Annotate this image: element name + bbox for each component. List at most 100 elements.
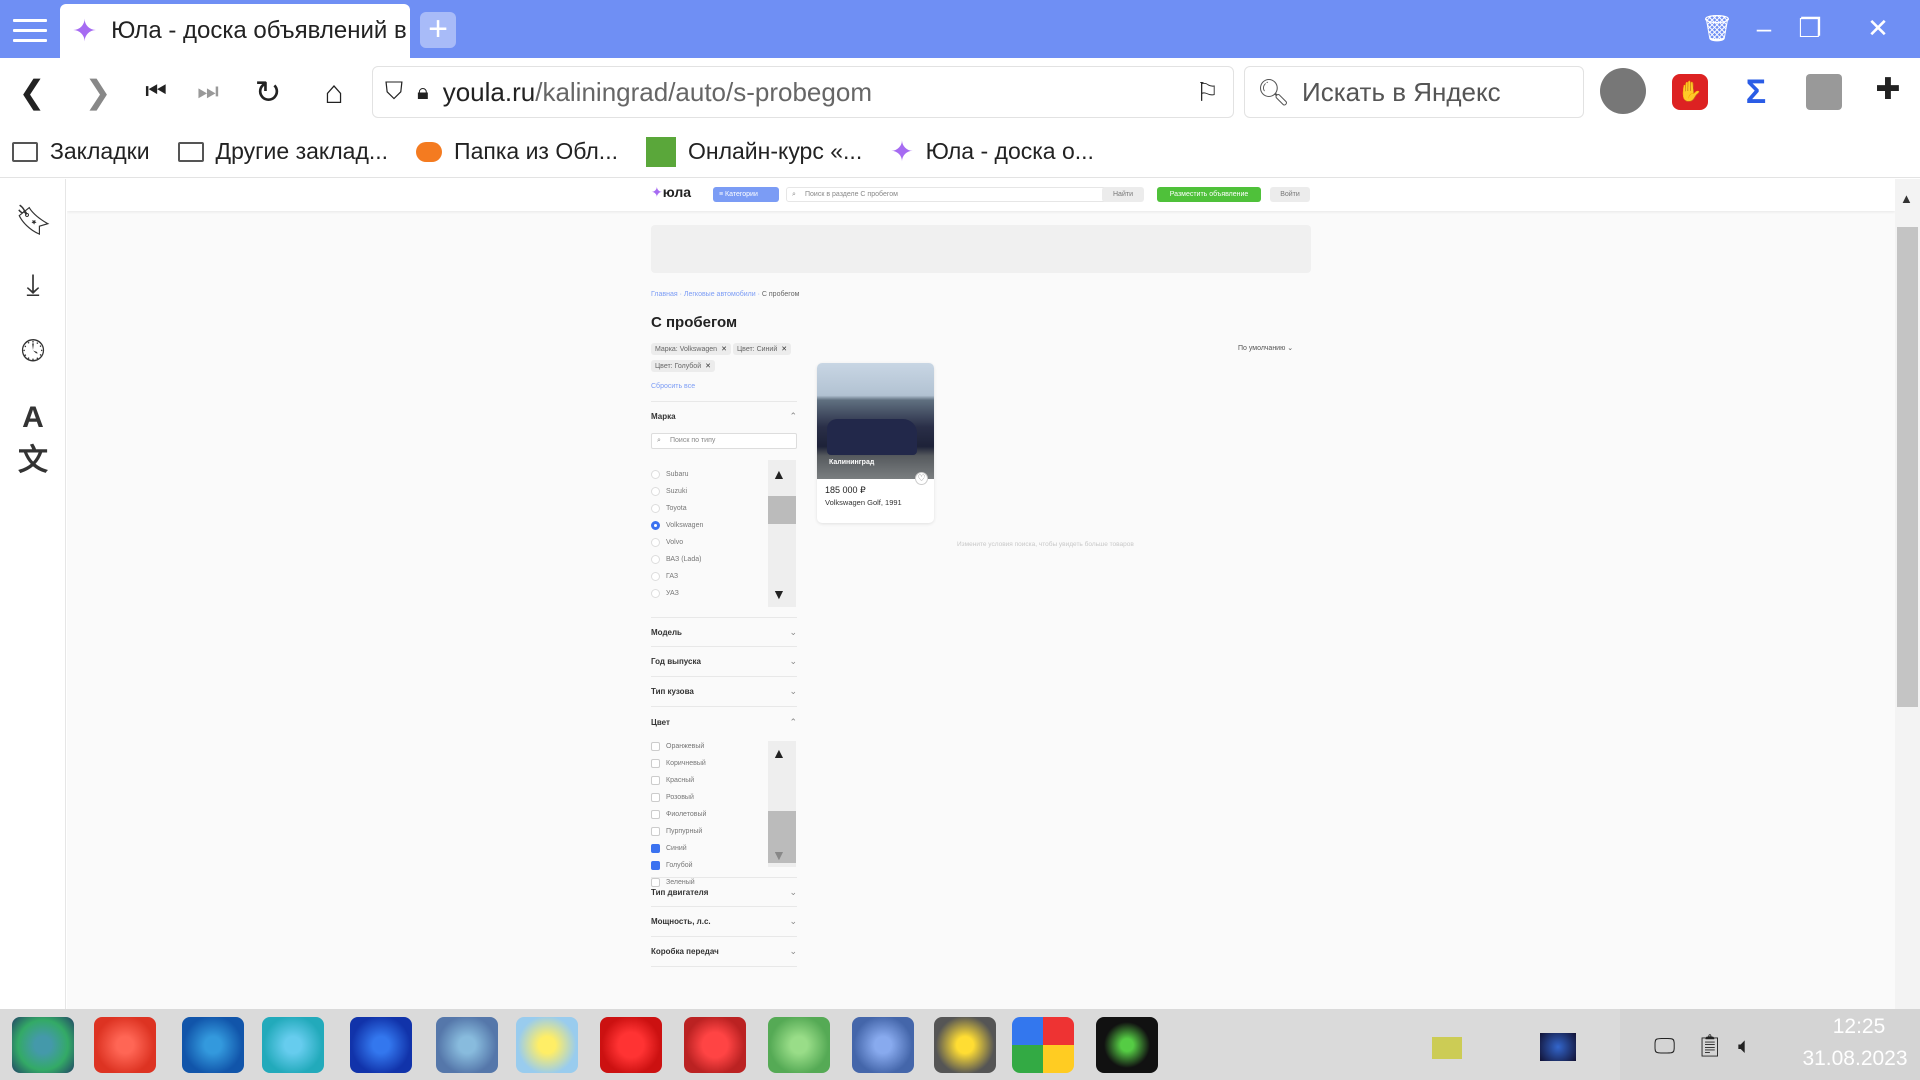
checkbox[interactable] bbox=[651, 878, 660, 887]
tray-app-icon[interactable] bbox=[1432, 1037, 1462, 1059]
checkbox[interactable] bbox=[651, 810, 660, 819]
arrow-up-icon[interactable]: ▲ bbox=[1900, 191, 1913, 206]
skip-back-icon[interactable]: ⏮ bbox=[132, 68, 180, 116]
gearbox-facet[interactable]: Коробка передач ⌄ bbox=[651, 937, 797, 967]
checkbox[interactable] bbox=[651, 742, 660, 751]
history-icon[interactable]: 🕓︎ bbox=[15, 335, 51, 371]
app-icon[interactable] bbox=[12, 1017, 74, 1073]
color-option[interactable]: Голубой bbox=[651, 861, 693, 870]
bookmark-icon[interactable]: 🔖︎ bbox=[15, 203, 53, 239]
back-icon[interactable]: ❮ bbox=[8, 68, 56, 116]
brand-option[interactable]: Suzuki bbox=[651, 487, 687, 496]
app-icon[interactable] bbox=[684, 1017, 746, 1073]
radio-button[interactable] bbox=[651, 521, 660, 530]
filter-chip[interactable]: Марка: Volkswagen ✕ bbox=[651, 343, 731, 355]
reset-filters-link[interactable]: Сбросить все bbox=[651, 383, 695, 390]
page-scrollbar[interactable]: ▲ bbox=[1895, 179, 1920, 1009]
radio-button[interactable] bbox=[651, 470, 660, 479]
radio-button[interactable] bbox=[651, 504, 660, 513]
listing-card[interactable]: Калининград ♡ 185 000 ₽ Volkswagen Golf,… bbox=[817, 363, 934, 523]
listing-title[interactable]: Volkswagen Golf, 1991 bbox=[817, 496, 934, 507]
app-icon[interactable] bbox=[436, 1017, 498, 1073]
post-ad-button[interactable]: Разместить объявление bbox=[1157, 187, 1261, 202]
new-tab-button[interactable]: + bbox=[420, 12, 456, 48]
volume-icon[interactable]: 🔈︎ bbox=[1738, 1033, 1751, 1059]
checkbox[interactable] bbox=[651, 844, 660, 853]
categories-button[interactable]: ≡ Категории bbox=[713, 187, 779, 202]
brand-list-scrollbar[interactable]: ▲ ▼ bbox=[768, 460, 796, 607]
model-facet[interactable]: Модель ⌄ bbox=[651, 617, 797, 647]
tray-app-icon[interactable] bbox=[1540, 1033, 1576, 1061]
chrome-icon[interactable] bbox=[1012, 1017, 1074, 1073]
breadcrumb-link[interactable]: Главная bbox=[651, 291, 678, 298]
clipboard-icon[interactable]: 📋︎ bbox=[1696, 1033, 1724, 1059]
app-icon[interactable] bbox=[600, 1017, 662, 1073]
sigma-extension-icon[interactable]: Σ bbox=[1738, 74, 1774, 110]
color-option[interactable]: Коричневый bbox=[651, 759, 706, 768]
heart-icon[interactable]: ♡ bbox=[915, 472, 928, 485]
clock-date[interactable]: 31.08.2023 bbox=[1790, 1047, 1920, 1071]
color-option[interactable]: Синий bbox=[651, 844, 687, 853]
yandex-search-box[interactable]: 🔍︎ Искать в Яндекс bbox=[1244, 66, 1584, 118]
close-icon[interactable]: ✕ bbox=[721, 345, 727, 353]
brand-option[interactable]: Volvo bbox=[651, 538, 683, 547]
bookmark-icon[interactable]: ⚐ bbox=[1196, 77, 1219, 108]
address-bar[interactable]: ⛉ 🔒︎ youla.ru/kaliningrad/auto/s-probego… bbox=[372, 66, 1234, 118]
brand-option[interactable]: Toyota bbox=[651, 504, 687, 513]
app-icon[interactable] bbox=[516, 1017, 578, 1073]
active-tab[interactable]: ✦ Юла - доска объявлений в bbox=[60, 4, 410, 58]
skip-forward-icon[interactable]: ⏭ bbox=[184, 68, 232, 116]
arrow-down-icon[interactable]: ▼ bbox=[772, 847, 786, 863]
checkbox[interactable] bbox=[651, 759, 660, 768]
listing-photo[interactable]: Калининград ♡ bbox=[817, 363, 934, 485]
extension-icon[interactable] bbox=[1806, 74, 1842, 110]
clock-time[interactable]: 12:25 bbox=[1816, 1015, 1902, 1039]
checkbox[interactable] bbox=[651, 793, 660, 802]
radio-button[interactable] bbox=[651, 538, 660, 547]
puzzle-icon[interactable]: ✚ bbox=[1870, 72, 1906, 112]
forward-icon[interactable]: ❯ bbox=[74, 68, 122, 116]
color-option[interactable]: Розовый bbox=[651, 793, 694, 802]
trash-icon[interactable]: 🗑 bbox=[1695, 8, 1739, 48]
filter-chip[interactable]: Цвет: Голубой ✕ bbox=[651, 360, 715, 372]
body-type-facet[interactable]: Тип кузова ⌄ bbox=[651, 677, 797, 707]
color-option[interactable]: Зеленый bbox=[651, 878, 695, 887]
restore-button[interactable]: ❐ bbox=[1788, 8, 1832, 48]
app-icon[interactable] bbox=[1096, 1017, 1158, 1073]
close-icon[interactable]: ✕ bbox=[781, 345, 787, 353]
bookmark-item[interactable]: ✦ Юла - доска о... bbox=[890, 135, 1094, 168]
color-option[interactable]: Пурпурный bbox=[651, 827, 702, 836]
scroll-thumb[interactable] bbox=[1897, 227, 1918, 707]
year-facet[interactable]: Год выпуска ⌄ bbox=[651, 647, 797, 677]
site-logo[interactable]: ✦юла bbox=[651, 184, 691, 201]
profile-avatar[interactable] bbox=[1600, 68, 1646, 114]
brand-option[interactable]: ГАЗ bbox=[651, 572, 678, 581]
filter-chip[interactable]: Цвет: Синий ✕ bbox=[733, 343, 792, 355]
app-icon[interactable] bbox=[182, 1017, 244, 1073]
checkbox[interactable] bbox=[651, 861, 660, 870]
checkbox[interactable] bbox=[651, 776, 660, 785]
app-icon[interactable] bbox=[262, 1017, 324, 1073]
adblock-icon[interactable]: ✋ bbox=[1672, 74, 1708, 110]
app-icon[interactable] bbox=[852, 1017, 914, 1073]
radio-button[interactable] bbox=[651, 555, 660, 564]
brand-search-input[interactable]: ⌕ Поиск по типу bbox=[651, 433, 797, 449]
bookmark-item[interactable]: Другие заклад... bbox=[177, 138, 388, 165]
radio-button[interactable] bbox=[651, 589, 660, 598]
bookmark-item[interactable]: Папка из Обл... bbox=[416, 138, 618, 165]
brand-option[interactable]: ВАЗ (Lada) bbox=[651, 555, 701, 564]
color-option[interactable]: Фиолетовый bbox=[651, 810, 706, 819]
desktop-icon[interactable]: 🖵 bbox=[1654, 1033, 1675, 1059]
login-button[interactable]: Войти bbox=[1270, 187, 1310, 202]
app-icon[interactable] bbox=[934, 1017, 996, 1073]
shield-icon[interactable]: ⛉ bbox=[385, 78, 403, 106]
scroll-thumb[interactable] bbox=[768, 496, 796, 524]
color-option[interactable]: Оранжевый bbox=[651, 742, 704, 751]
site-search-input[interactable]: ⌕ Поиск в разделе С пробегом bbox=[786, 187, 1110, 202]
power-facet[interactable]: Мощность, л.с. ⌄ bbox=[651, 907, 797, 937]
app-icon[interactable] bbox=[94, 1017, 156, 1073]
breadcrumb-link[interactable]: Легковые автомобили bbox=[684, 291, 756, 298]
home-icon[interactable]: ⌂ bbox=[310, 68, 358, 116]
app-icon[interactable] bbox=[350, 1017, 412, 1073]
arrow-up-icon[interactable]: ▲ bbox=[772, 745, 786, 761]
